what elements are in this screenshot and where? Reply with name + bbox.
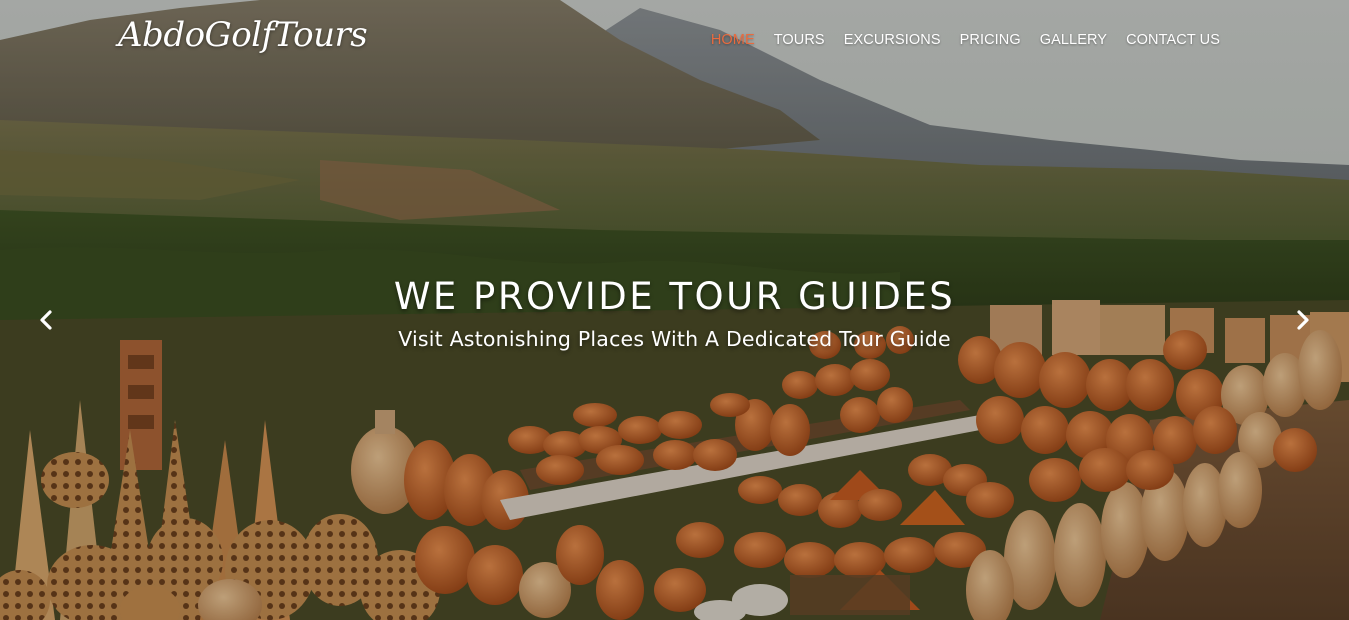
- nav-item-pricing[interactable]: PRICING: [960, 30, 1021, 50]
- carousel-prev-button[interactable]: [33, 307, 59, 333]
- chevron-right-icon: [1297, 310, 1309, 330]
- hero-subtitle: Visit Astonishing Places With A Dedicate…: [398, 327, 951, 351]
- main-navigation: HOME TOURS EXCURSIONS PRICING GALLERY CO…: [692, 30, 1220, 50]
- nav-item-contact-us[interactable]: CONTACT US: [1126, 30, 1220, 50]
- nav-item-tours[interactable]: TOURS: [774, 30, 825, 50]
- nav-item-excursions[interactable]: EXCURSIONS: [844, 30, 941, 50]
- hero-caption: WE PROVIDE TOUR GUIDES Visit Astonishing…: [0, 274, 1349, 353]
- hero-carousel: AbdoGolfTours HOME TOURS EXCURSIONS PRIC…: [0, 0, 1349, 620]
- hero-title: WE PROVIDE TOUR GUIDES: [393, 275, 956, 318]
- nav-item-gallery[interactable]: GALLERY: [1040, 30, 1107, 50]
- chevron-left-icon: [40, 310, 52, 330]
- nav-item-home[interactable]: HOME: [711, 30, 755, 50]
- carousel-next-button[interactable]: [1290, 307, 1316, 333]
- site-logo[interactable]: AbdoGolfTours: [118, 15, 368, 55]
